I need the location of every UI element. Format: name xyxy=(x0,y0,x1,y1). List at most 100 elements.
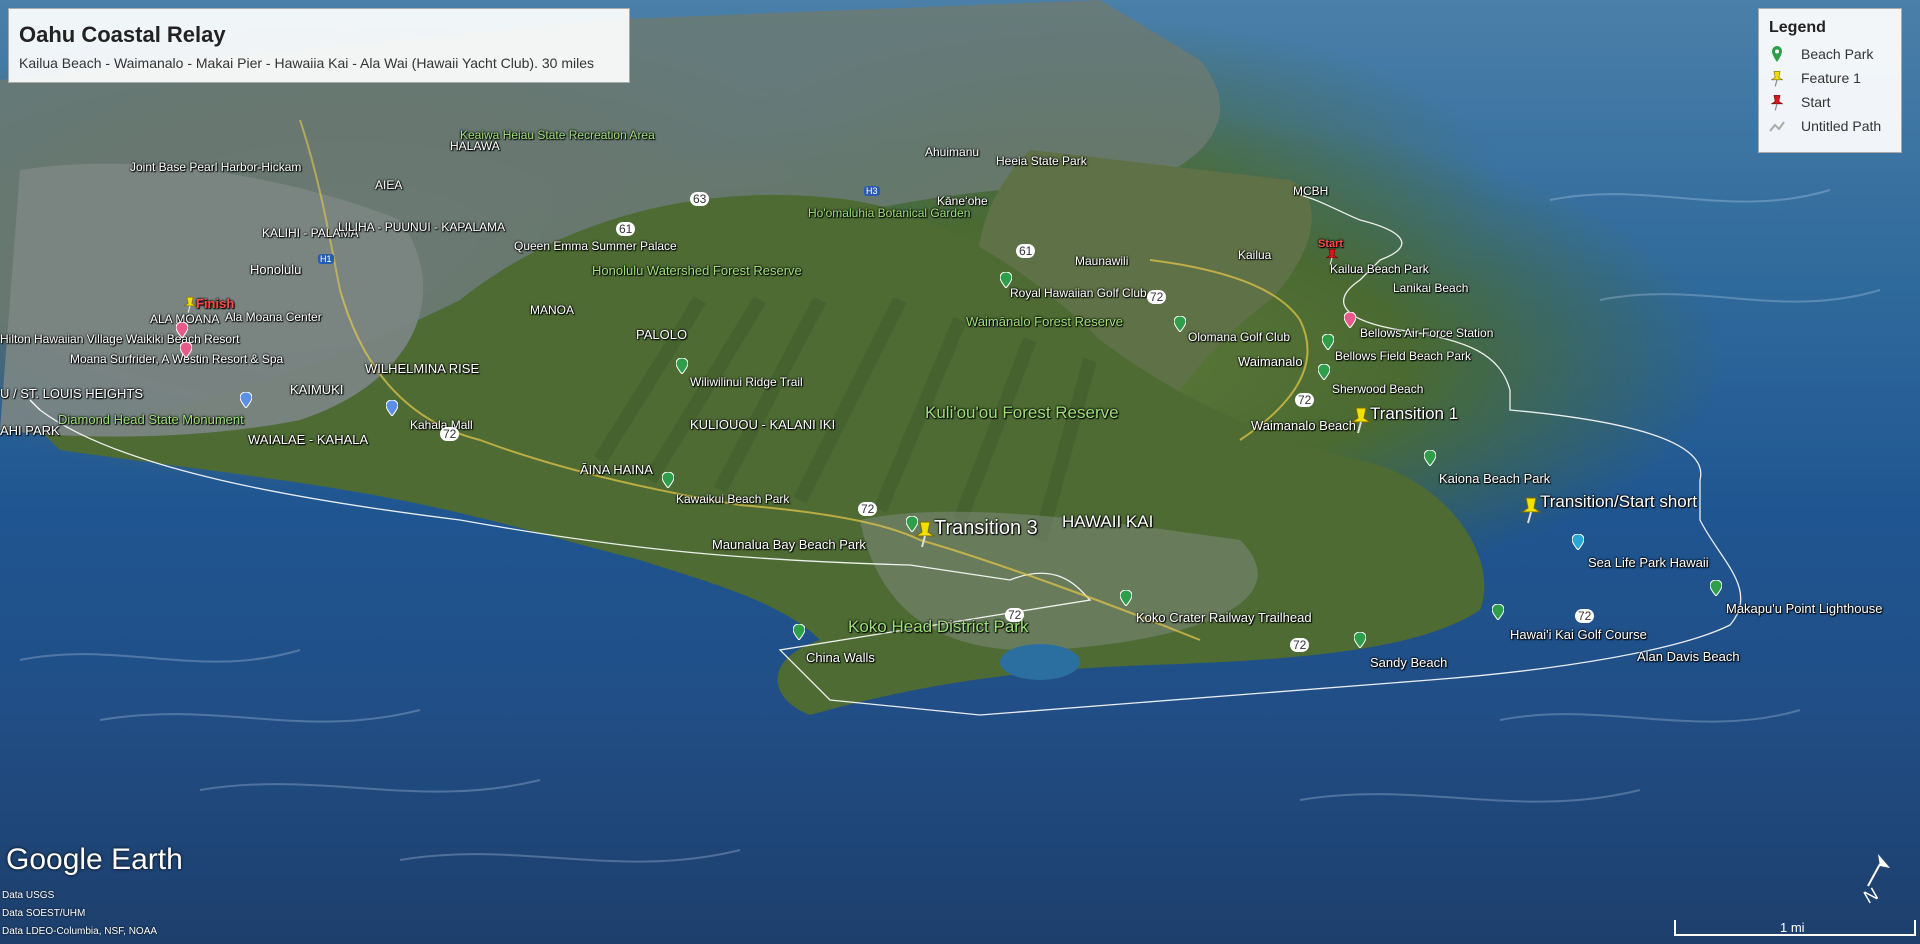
place-bellows-park[interactable]: Bellows Field Beach Park xyxy=(1335,349,1471,363)
golf-pin-icon[interactable] xyxy=(1174,316,1186,332)
place-aina-haina[interactable]: ĀINA HAINA xyxy=(580,462,653,477)
place-queen-emma[interactable]: Queen Emma Summer Palace xyxy=(514,239,677,253)
legend-heading: Legend xyxy=(1769,19,1826,36)
attribution-soest: Data SOEST/UHM xyxy=(2,908,86,919)
place-kaimuki[interactable]: KAIMUKI xyxy=(290,382,343,397)
place-hilton[interactable]: Hilton Hawaiian Village Waikiki Beach Re… xyxy=(0,332,239,346)
place-koko-head[interactable]: Koko Head District Park xyxy=(848,617,1028,637)
place-sandy-beach[interactable]: Sandy Beach xyxy=(1370,655,1447,670)
yellow-pushpin-icon[interactable] xyxy=(1348,404,1374,434)
place-mcbh[interactable]: MCBH xyxy=(1293,184,1328,198)
place-sea-life[interactable]: Sea Life Park Hawaii xyxy=(1588,555,1709,570)
place-kailua-beach[interactable]: Kailua Beach Park xyxy=(1330,262,1429,276)
yellow-pushpin-icon[interactable] xyxy=(182,294,198,314)
pushpin-transition-1-label[interactable]: Transition 1 xyxy=(1370,404,1458,424)
place-diamond-head[interactable]: Diamond Head State Monument xyxy=(58,412,244,427)
place-kailua[interactable]: Kailua xyxy=(1238,248,1271,262)
google-earth-logo: Google Earth xyxy=(6,843,183,876)
place-hawaii-kai-golf[interactable]: Hawai'i Kai Golf Course xyxy=(1510,627,1647,642)
beach-park-pin-icon[interactable] xyxy=(1322,334,1334,350)
beach-park-pin-icon[interactable] xyxy=(1710,580,1722,596)
place-heeia[interactable]: Heeia State Park xyxy=(996,154,1087,168)
place-bellows-afs[interactable]: Bellows Air Force Station xyxy=(1360,326,1493,340)
place-aiea[interactable]: AIEA xyxy=(375,178,402,192)
route-72-shield: 72 xyxy=(1295,393,1315,407)
hospital-pin-icon[interactable] xyxy=(240,392,252,408)
pushpin-transition-short-label[interactable]: Transition/Start short xyxy=(1540,492,1697,512)
place-palolo[interactable]: PALOLO xyxy=(636,327,687,342)
place-olomana[interactable]: Olomana Golf Club xyxy=(1188,330,1290,344)
route-61-shield: 61 xyxy=(616,222,636,236)
place-kuliouou-forest[interactable]: Kuli'ou'ou Forest Reserve xyxy=(925,403,1119,423)
trail-pin-icon[interactable] xyxy=(1120,590,1132,606)
pushpin-finish-label[interactable]: Finish xyxy=(196,296,234,311)
beach-park-pin-icon[interactable] xyxy=(1318,364,1330,380)
place-halawa[interactable]: HALAWA xyxy=(450,139,500,153)
place-moana[interactable]: Moana Surfrider, A Westin Resort & Spa xyxy=(70,352,283,366)
attribution-usgs: Data USGS xyxy=(2,890,55,901)
place-kahi-park[interactable]: AHI PARK xyxy=(0,423,60,438)
shopping-pin-icon[interactable] xyxy=(386,400,398,416)
place-waimanalo[interactable]: Waimanalo xyxy=(1238,354,1303,369)
place-alan-davis[interactable]: Alan Davis Beach xyxy=(1637,649,1740,664)
place-waimanalo-beach[interactable]: Waimanalo Beach xyxy=(1251,418,1356,433)
hotel-pin-icon[interactable] xyxy=(180,342,192,358)
place-koko-crater[interactable]: Koko Crater Railway Trailhead xyxy=(1136,610,1312,625)
beach-park-pin-icon[interactable] xyxy=(793,624,805,640)
place-kawaikui[interactable]: Kawaikui Beach Park xyxy=(676,492,789,506)
place-kuliouou[interactable]: KULIOUOU - KALANI IKI xyxy=(690,417,835,432)
golf-pin-icon[interactable] xyxy=(1000,272,1012,288)
place-maunawili[interactable]: Maunawili xyxy=(1075,254,1128,268)
north-compass-icon[interactable]: N xyxy=(1856,850,1896,910)
location-pin-icon[interactable] xyxy=(1344,312,1356,328)
map-view[interactable]: Honolulu ALA MOANA Ala Moana Center Hilt… xyxy=(0,0,1920,944)
place-sherwood[interactable]: Sherwood Beach xyxy=(1332,382,1423,396)
title-panel: Oahu Coastal Relay Kailua Beach - Waiman… xyxy=(8,8,630,83)
pushpin-transition-3-label[interactable]: Transition 3 xyxy=(934,517,1038,540)
map-subtitle: Kailua Beach - Waimanalo - Makai Pier - … xyxy=(19,55,594,71)
place-maunalua[interactable]: Maunalua Bay Beach Park xyxy=(712,537,866,552)
place-st-louis[interactable]: U / ST. LOUIS HEIGHTS xyxy=(0,386,143,401)
place-wilhelmina[interactable]: WILHELMINA RISE xyxy=(365,361,479,376)
hotel-pin-icon[interactable] xyxy=(176,322,188,338)
scale-bar: 1 mi xyxy=(1674,916,1916,936)
place-kaneohe[interactable]: Kāneʻohe xyxy=(937,194,988,208)
attraction-pin-icon[interactable] xyxy=(1572,534,1584,550)
place-waialae[interactable]: WAIALAE - KAHALA xyxy=(248,432,368,447)
path-icon xyxy=(1769,121,1785,132)
map-title: Oahu Coastal Relay xyxy=(19,22,226,47)
place-manoa[interactable]: MANOA xyxy=(530,303,574,317)
beach-park-pin-icon[interactable] xyxy=(1424,450,1436,466)
beach-park-pin-icon[interactable] xyxy=(906,516,918,532)
terrain-layer xyxy=(0,0,1881,863)
place-honolulu[interactable]: Honolulu xyxy=(250,262,301,277)
place-ala-moana-center[interactable]: Ala Moana Center xyxy=(225,310,322,324)
place-china-walls[interactable]: China Walls xyxy=(806,650,875,665)
route-72-shield: 72 xyxy=(440,427,460,441)
route-72-shield: 72 xyxy=(1005,608,1025,622)
place-kaiona[interactable]: Kaiona Beach Park xyxy=(1439,471,1550,486)
red-pushpin-icon xyxy=(1770,95,1784,111)
beach-park-pin-icon[interactable] xyxy=(1354,632,1366,648)
beach-park-pin-icon[interactable] xyxy=(662,472,674,488)
svg-text:N: N xyxy=(1860,884,1881,908)
place-royal-hawaiian[interactable]: Royal Hawaiian Golf Club xyxy=(1010,286,1147,300)
place-ahuimanu[interactable]: Ahuimanu xyxy=(925,145,979,159)
golf-pin-icon[interactable] xyxy=(1492,604,1504,620)
route-72-shield: 72 xyxy=(1575,609,1595,623)
place-lanikai[interactable]: Lanikai Beach xyxy=(1393,281,1468,295)
place-hoomaluhia[interactable]: Ho'omaluhia Botanical Garden xyxy=(808,206,970,220)
place-joint-base[interactable]: Joint Base Pearl Harbor-Hickam xyxy=(130,160,301,174)
place-honolulu-watershed[interactable]: Honolulu Watershed Forest Reserve xyxy=(592,263,802,278)
red-pushpin-icon[interactable] xyxy=(1324,246,1340,266)
place-waimanalo-forest[interactable]: Waimānalo Forest Reserve xyxy=(966,314,1123,329)
place-makapuu[interactable]: Makapu'u Point Lighthouse xyxy=(1726,601,1882,616)
place-hawaii-kai[interactable]: HAWAII KAI xyxy=(1062,512,1153,532)
route-61-shield: 61 xyxy=(1016,244,1036,258)
place-liliha[interactable]: LILIHA - PUUNUI - KAPALAMA xyxy=(338,220,505,234)
place-wiliwilinui[interactable]: Wiliwilinui Ridge Trail xyxy=(690,375,803,389)
trail-pin-icon[interactable] xyxy=(676,358,688,374)
yellow-pushpin-icon[interactable] xyxy=(1518,494,1544,524)
route-63-shield: 63 xyxy=(690,192,710,206)
route-72-shield: 72 xyxy=(858,502,878,516)
